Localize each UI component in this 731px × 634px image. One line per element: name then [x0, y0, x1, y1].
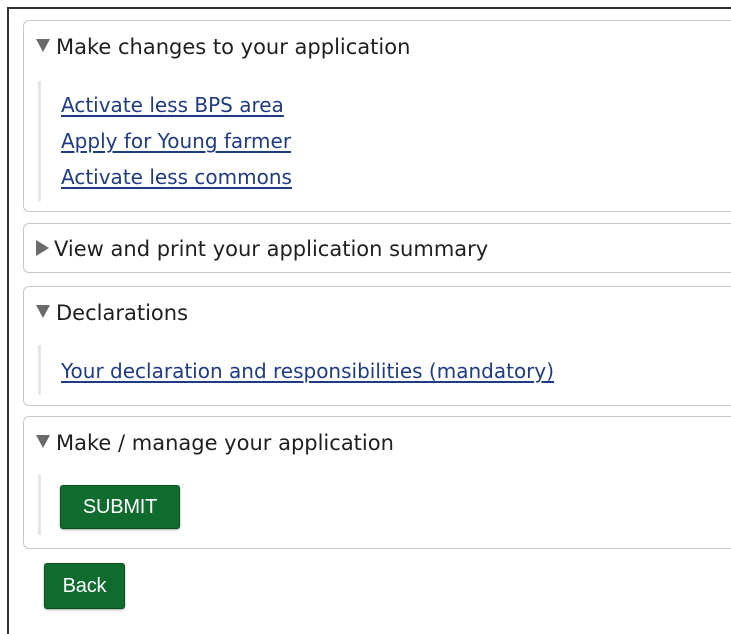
apply-young-farmer-link[interactable]: Apply for Young farmer [61, 129, 291, 153]
panel-application-summary-title: View and print your application summary [54, 237, 489, 261]
panel-declarations-header[interactable]: Declarations [36, 299, 188, 327]
activate-less-bps-link[interactable]: Activate less BPS area [61, 93, 284, 117]
back-button[interactable]: Back [44, 563, 125, 609]
declaration-responsibilities-link[interactable]: Your declaration and responsibilities (m… [61, 359, 554, 383]
panel-declarations-title: Declarations [56, 301, 189, 325]
activate-less-commons-link[interactable]: Activate less commons [61, 165, 292, 189]
panel-manage-application: Make / manage your application SUBMIT [23, 416, 731, 549]
triangle-right-icon [36, 240, 49, 256]
panel-manage-application-header[interactable]: Make / manage your application [36, 429, 394, 457]
triangle-down-icon [36, 38, 50, 52]
panel-declarations: Declarations Your declaration and respon… [23, 286, 731, 406]
submit-button[interactable]: SUBMIT [60, 485, 180, 529]
panel-manage-application-title: Make / manage your application [56, 431, 394, 455]
panel-declarations-body: Your declaration and responsibilities (m… [38, 345, 718, 395]
panel-application-summary-header[interactable]: View and print your application summary [36, 235, 488, 263]
panel-make-changes-header[interactable]: Make changes to your application [36, 33, 410, 61]
panel-make-changes-body: Activate less BPS area Apply for Young f… [38, 81, 718, 201]
panel-application-summary: View and print your application summary [23, 223, 731, 273]
panel-manage-application-body: SUBMIT [38, 475, 718, 535]
triangle-down-icon [36, 304, 50, 318]
panel-make-changes-title: Make changes to your application [56, 35, 411, 59]
triangle-down-icon [36, 434, 50, 448]
panel-make-changes: Make changes to your application Activat… [23, 20, 731, 212]
